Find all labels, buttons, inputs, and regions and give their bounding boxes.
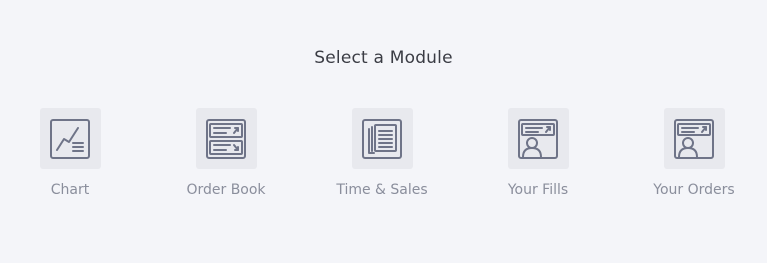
- module-list: Chart Order Book Time & Sales Your Fills…: [0, 108, 767, 208]
- page-title: Select a Module: [314, 48, 453, 68]
- module-order-book[interactable]: Order Book: [161, 108, 291, 198]
- module-chart[interactable]: Chart: [5, 108, 135, 198]
- module-time-and-sales[interactable]: Time & Sales: [317, 108, 447, 198]
- time-and-sales-icon: [362, 118, 402, 159]
- module-label: Chart: [50, 182, 90, 198]
- your-fills-icon: [518, 118, 558, 159]
- module-tile[interactable]: [195, 108, 257, 169]
- module-tile[interactable]: [507, 108, 569, 169]
- module-tile[interactable]: [663, 108, 725, 169]
- module-label: Time & Sales: [336, 182, 428, 198]
- chart-icon: [50, 118, 90, 159]
- module-your-orders[interactable]: Your Orders: [629, 108, 759, 198]
- order-book-icon: [206, 118, 246, 159]
- your-orders-icon: [674, 118, 714, 159]
- module-label: Order Book: [186, 182, 266, 198]
- module-your-fills[interactable]: Your Fills: [473, 108, 603, 198]
- module-label: Your Orders: [653, 182, 735, 198]
- module-tile[interactable]: [351, 108, 413, 169]
- module-label: Your Fills: [507, 182, 569, 198]
- module-tile[interactable]: [39, 108, 101, 169]
